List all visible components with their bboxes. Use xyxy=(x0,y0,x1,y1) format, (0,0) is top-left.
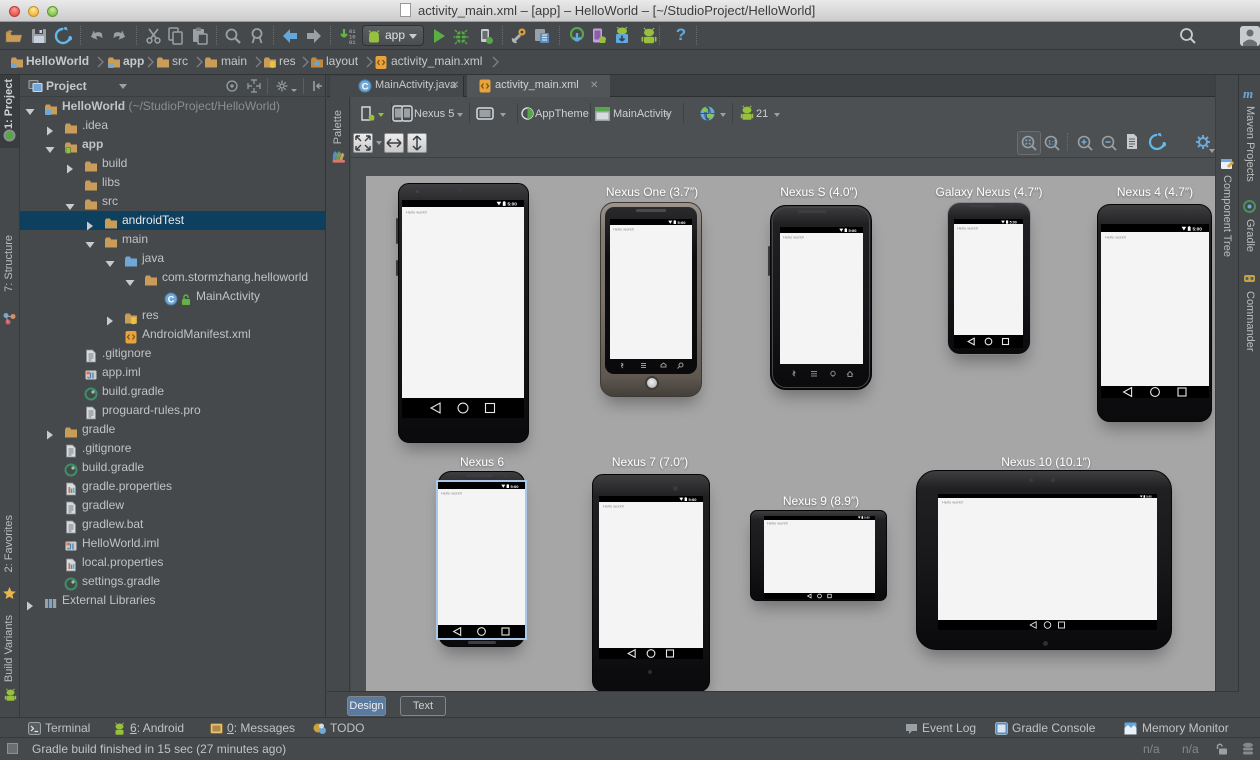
svg-text:5:00: 5:00 xyxy=(507,202,517,206)
svg-text:5:00: 5:00 xyxy=(678,220,687,224)
svg-text:5:00: 5:00 xyxy=(511,484,520,488)
svg-text:5:00: 5:00 xyxy=(1010,220,1017,223)
svg-text:5:00: 5:00 xyxy=(849,228,858,232)
svg-text:5:00: 5:00 xyxy=(1192,226,1202,230)
svg-text:C: C xyxy=(362,81,369,92)
svg-text:01: 01 xyxy=(349,39,356,45)
svg-text:5:00: 5:00 xyxy=(1146,495,1152,498)
svg-text:C: C xyxy=(168,294,175,304)
svg-text:5:00: 5:00 xyxy=(864,516,870,519)
svg-text:5:00: 5:00 xyxy=(689,497,698,501)
